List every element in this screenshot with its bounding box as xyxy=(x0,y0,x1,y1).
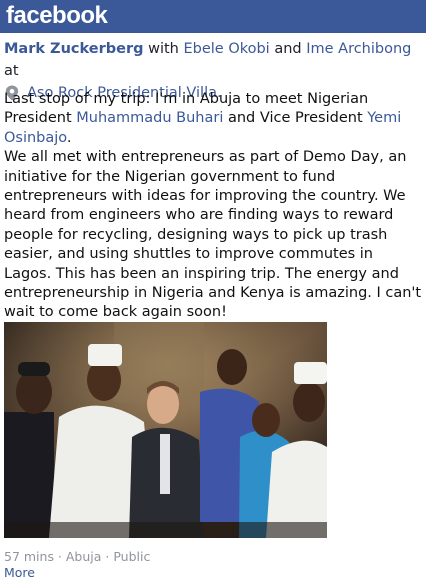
text-segment: and Vice President xyxy=(223,110,368,127)
post-author-line: Mark Zuckerberg with Ebele Okobi and Ime… xyxy=(4,38,422,82)
more-link[interactable]: More xyxy=(4,565,35,580)
tagged-user-1[interactable]: Ebele Okobi xyxy=(183,41,269,57)
and-text: and xyxy=(269,41,307,57)
post-text: Last stop of my trip: I'm in Abuja to me… xyxy=(4,90,424,323)
with-text: with xyxy=(143,41,184,57)
post-paragraph-2: We all met with entrepreneurs as part of… xyxy=(4,149,422,321)
tagged-user-2[interactable]: Ime Archibong xyxy=(306,41,411,57)
photo-illustration xyxy=(4,322,327,538)
facebook-logo[interactable]: facebook xyxy=(6,2,108,30)
post-meta[interactable]: 57 mins · Abuja · Public xyxy=(4,549,150,564)
text-segment: . xyxy=(66,129,72,146)
post-paragraph-1: Last stop of my trip: I'm in Abuja to me… xyxy=(4,90,424,148)
post-photo[interactable] xyxy=(4,322,327,538)
top-bar: facebook xyxy=(0,0,426,33)
author-name[interactable]: Mark Zuckerberg xyxy=(4,41,143,57)
at-text: at xyxy=(4,63,19,79)
mention-buhari[interactable]: Muhammadu Buhari xyxy=(76,110,223,126)
